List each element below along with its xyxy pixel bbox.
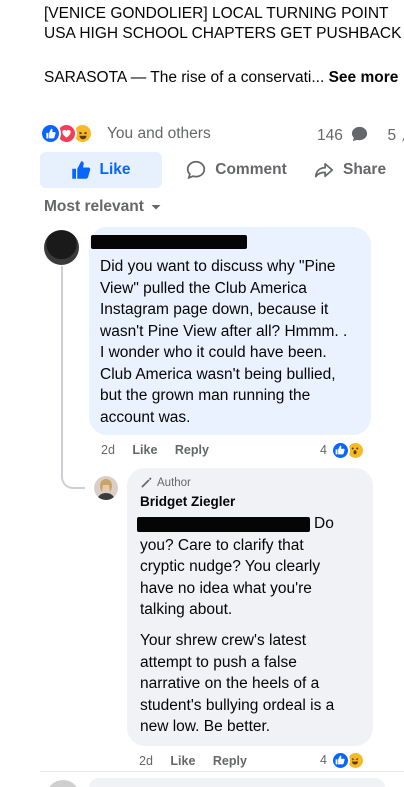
like-icon <box>40 123 61 144</box>
reply-line: have no idea what you're <box>140 579 312 597</box>
post-body-text: SARASOTA — The rise of a conservati... <box>44 69 325 86</box>
shares-count[interactable]: 5 <box>388 127 397 144</box>
comment-line: I wonder who it could have been. <box>100 344 327 361</box>
reply-reply-link[interactable]: Reply <box>213 754 247 768</box>
reply-timestamp[interactable]: 2d <box>139 754 153 768</box>
sort-label: Most relevant <box>44 198 144 215</box>
reply-line: student's bullying ordeal is a <box>140 696 335 714</box>
post-headline-line-2: USA HIGH SCHOOL CHAPTERS GET PUSHBACK <box>44 25 402 42</box>
pencil-icon <box>141 477 152 488</box>
post-action-bar: Like Comment Share <box>40 152 404 188</box>
comment-line: wasn't Pine View after all? Hmmm. . <box>100 322 348 340</box>
comment-reply-link[interactable]: Reply <box>175 443 209 457</box>
like-button-label: Like <box>99 161 131 178</box>
see-more-link[interactable]: See more <box>329 69 399 86</box>
reply-meta: 2d Like Reply <box>139 754 261 768</box>
comment-line: Instagram page down, because it <box>100 301 329 318</box>
reply-line: Your shrew crew's latest <box>140 632 307 649</box>
reaction-icons <box>40 123 104 145</box>
author-avatar[interactable] <box>94 476 118 500</box>
comment-icon <box>187 160 206 180</box>
reply-line: Do <box>314 515 334 532</box>
comment-text: Did you want to discuss why "Pine View" … <box>100 256 347 428</box>
comment-line: but the grown man running the <box>100 387 311 404</box>
engagement-counts: 146 5 <box>317 125 404 145</box>
reply-line: new low. Be better. <box>140 718 271 735</box>
reply-line: attempt to push a false <box>140 653 297 671</box>
reaction-summary-text[interactable]: You and others <box>107 125 211 143</box>
reactions-summary[interactable]: You and others 146 5 <box>40 123 404 145</box>
thread-line <box>61 266 63 456</box>
reply-reaction-count[interactable]: 4 <box>320 750 365 770</box>
reply-line: cryptic nudge? You clearly <box>140 558 321 575</box>
comment-line: Club America wasn't being bullied, <box>100 365 336 383</box>
comment-line: Did you want to discuss why "Pine <box>100 258 336 275</box>
comment-sort-dropdown[interactable]: Most relevant <box>44 198 162 216</box>
comment-line: account was. <box>100 408 191 426</box>
author-badge-label: Author <box>157 476 191 489</box>
comment-like-link[interactable]: Like <box>132 443 157 457</box>
post-headline-line-1: [VENICE GONDOLIER] LOCAL TURNING POINT <box>44 5 389 22</box>
comment-reaction-count[interactable]: 4 <box>320 440 365 460</box>
comment-line: View" pulled the Club America <box>100 279 307 297</box>
share-icon <box>314 163 334 178</box>
share-button[interactable]: Share <box>310 152 404 188</box>
share-button-label: Share <box>343 161 387 178</box>
comment-meta: 2d Like Reply <box>101 443 223 457</box>
post-headline: [VENICE GONDOLIER] LOCAL TURNING POINT U… <box>44 4 404 44</box>
thumbs-up-icon <box>72 161 91 179</box>
next-comment-bubble <box>89 778 385 787</box>
thread-connector <box>61 455 85 489</box>
author-badge: Author <box>140 476 191 489</box>
comment-button-label: Comment <box>215 161 287 178</box>
redacted-commenter-name <box>91 235 247 249</box>
divider <box>40 771 404 772</box>
comment-reaction-number: 4 <box>320 443 327 457</box>
reply-author-name[interactable]: Bridget Ziegler <box>140 494 235 509</box>
reply-text: Do you? Care to clarify that cryptic nud… <box>140 513 334 621</box>
like-icon <box>330 750 350 770</box>
post-body-preview: SARASOTA — The rise of a conservati... S… <box>44 69 398 87</box>
caret-down-icon <box>151 205 161 210</box>
like-button[interactable]: Like <box>40 152 162 188</box>
comment-count-icon <box>352 126 368 142</box>
comments-count[interactable]: 146 <box>317 127 343 144</box>
reply-text-paragraph-2: Your shrew crew's latest attempt to push… <box>140 630 334 738</box>
reply-line: narrative on the heels of a <box>140 675 320 692</box>
commenter-avatar[interactable] <box>44 230 79 265</box>
reply-like-link[interactable]: Like <box>170 754 195 768</box>
like-icon <box>330 440 350 460</box>
reply-line: talking about. <box>140 601 233 618</box>
next-commenter-avatar[interactable] <box>46 780 80 787</box>
comment-timestamp[interactable]: 2d <box>101 443 115 457</box>
reply-reaction-number: 4 <box>320 753 327 767</box>
comment-button[interactable]: Comment <box>166 152 306 188</box>
reply-line: you? Care to clarify that <box>140 536 304 554</box>
